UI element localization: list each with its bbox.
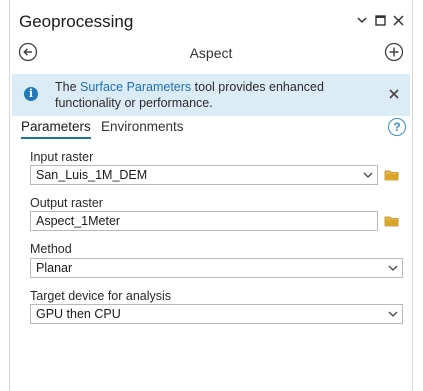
output-raster-value: Aspect_1Meter: [36, 214, 121, 228]
tool-title: Aspect: [189, 45, 233, 61]
info-text-before: The: [55, 80, 81, 94]
target-device-value: GPU then CPU: [36, 307, 121, 321]
surface-parameters-link[interactable]: Surface Parameters: [80, 80, 191, 94]
input-raster-value: San_Luis_1M_DEM: [36, 168, 148, 182]
method-dropdown[interactable]: Planar: [30, 258, 403, 278]
info-banner: i The Surface Parameters tool provides e…: [12, 74, 410, 116]
tab-environments[interactable]: Environments: [101, 119, 184, 137]
info-message: The Surface Parameters tool provides enh…: [55, 79, 375, 111]
input-raster-dropdown[interactable]: San_Luis_1M_DEM: [30, 165, 378, 185]
method-label: Method: [30, 242, 72, 256]
tab-strip: Parameters Environments ?: [21, 118, 406, 142]
folder-icon[interactable]: [384, 168, 400, 182]
tool-header: Aspect: [10, 38, 412, 68]
geoprocessing-pane: Geoprocessing Aspect i The Surface Param…: [9, 0, 413, 391]
input-raster-label: Input raster: [30, 150, 94, 164]
output-raster-label: Output raster: [30, 196, 103, 210]
info-icon: i: [24, 87, 38, 101]
method-value: Planar: [36, 261, 73, 275]
maximize-icon[interactable]: [373, 13, 387, 27]
target-device-label: Target device for analysis: [30, 289, 172, 303]
chevron-down-icon: [363, 172, 373, 178]
output-raster-input[interactable]: Aspect_1Meter: [30, 211, 378, 231]
pane-menu-chevron-icon[interactable]: [355, 13, 369, 27]
add-icon[interactable]: [384, 42, 404, 62]
chevron-down-icon: [388, 311, 398, 317]
tab-parameters[interactable]: Parameters: [21, 119, 91, 139]
title-bar: Geoprocessing: [10, 0, 412, 36]
folder-icon[interactable]: [384, 214, 400, 228]
close-icon[interactable]: [391, 13, 405, 27]
banner-close-icon[interactable]: [388, 87, 402, 101]
chevron-down-icon: [388, 265, 398, 271]
help-icon[interactable]: ?: [388, 118, 406, 136]
target-device-dropdown[interactable]: GPU then CPU: [30, 304, 403, 324]
pane-title: Geoprocessing: [19, 12, 134, 31]
